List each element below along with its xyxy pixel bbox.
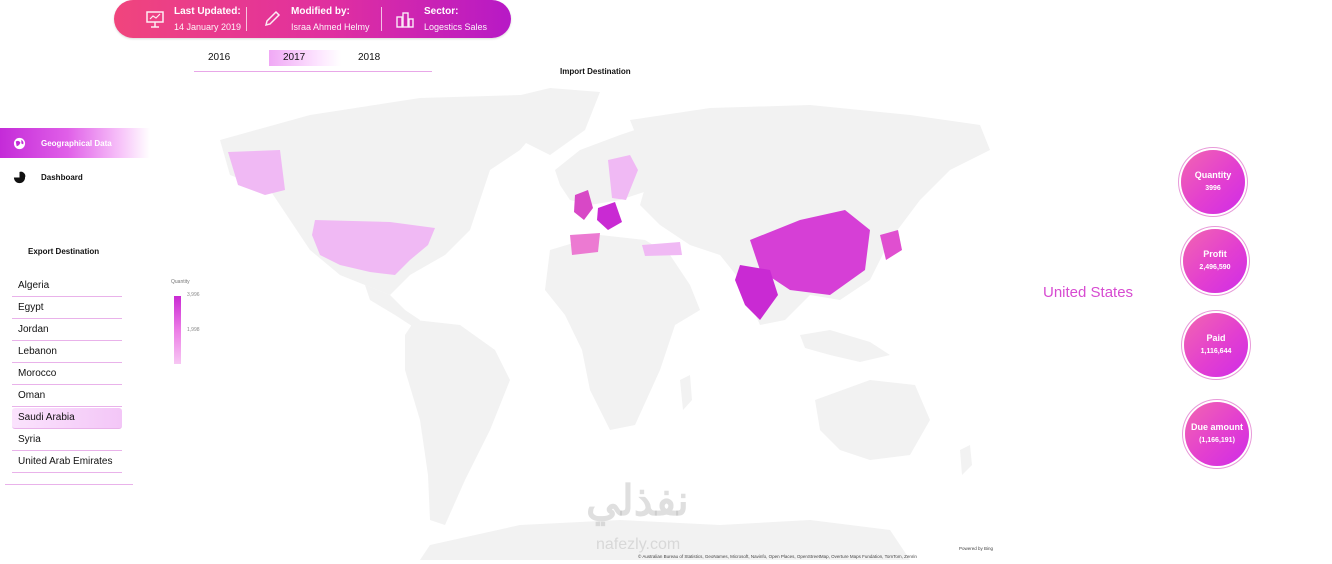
kpi-value: 1,116,644 <box>1200 348 1232 355</box>
year-tab-2017[interactable]: 2017 <box>269 50 341 66</box>
kpi-label: Paid <box>1206 333 1226 343</box>
year-tab-2018[interactable]: 2018 <box>344 50 416 66</box>
header-divider <box>381 7 382 31</box>
sector-block: Sector: Logestics Sales <box>394 0 487 38</box>
selected-country-label: United States <box>1043 284 1134 301</box>
nav-label: Geographical Data <box>41 138 112 148</box>
kpi-label: Profit <box>1203 249 1227 259</box>
list-item[interactable]: United Arab Emirates <box>12 452 122 473</box>
sector-label: Sector: <box>424 5 459 17</box>
watermark-logo: نفذلي <box>586 477 689 524</box>
map-powered-by: Powered by Bing <box>959 546 994 551</box>
modified-by-label: Modified by: <box>291 5 350 17</box>
map-title: Import Destination <box>560 67 631 76</box>
kpi-due-amount: Due amount (1,166,191) <box>1185 402 1249 466</box>
list-item[interactable]: Syria <box>12 430 122 451</box>
last-updated-value: 14 January 2019 <box>174 21 242 32</box>
kpi-label: Due amount <box>1190 422 1243 432</box>
modified-by-value: Israa Ahmed Helmy <box>291 21 370 32</box>
kpi-profit: Profit 2,496,590 <box>1183 229 1247 293</box>
export-list-divider <box>5 484 133 485</box>
country-france[interactable] <box>597 202 622 230</box>
presentation-icon <box>144 8 166 30</box>
buildings-icon <box>394 8 416 30</box>
legend-mid: 1,998 <box>187 327 200 333</box>
list-item[interactable]: Lebanon <box>12 342 122 363</box>
year-tabs-underline <box>194 71 432 72</box>
nav-item-geographical-data[interactable]: Geographical Data <box>12 136 112 150</box>
nav-item-dashboard[interactable]: Dashboard <box>12 170 83 184</box>
country-spain[interactable] <box>570 233 600 255</box>
country-japan[interactable] <box>880 230 902 260</box>
pencil-icon <box>261 8 283 30</box>
kpi-quantity: Quantity 3996 <box>1181 150 1245 214</box>
export-destination-list: Algeria Egypt Jordan Lebanon Morocco Oma… <box>12 276 122 474</box>
export-destination-title: Export Destination <box>28 247 100 256</box>
list-item[interactable]: Morocco <box>12 364 122 385</box>
list-item[interactable]: Egypt <box>12 298 122 319</box>
sector-value: Logestics Sales <box>424 21 488 32</box>
pie-chart-icon <box>12 170 26 184</box>
list-item[interactable]: Algeria <box>12 276 122 297</box>
kpi-value: 2,496,590 <box>1199 264 1231 271</box>
map-sources-credit: © Australian Bureau of Statistics, GeoNa… <box>638 554 917 559</box>
nav-label: Dashboard <box>41 172 83 182</box>
legend-title: Quantity <box>171 279 190 285</box>
last-updated-label: Last Updated: <box>174 5 241 17</box>
header-divider <box>246 7 247 31</box>
globe-icon <box>12 136 26 150</box>
list-item[interactable]: Oman <box>12 386 122 407</box>
country-alaska[interactable] <box>228 150 285 195</box>
header-info-bar: Last Updated: 14 January 2019 Modified b… <box>114 0 511 38</box>
modified-by-block: Modified by: Israa Ahmed Helmy <box>261 0 370 38</box>
kpi-value: 3996 <box>1205 185 1221 192</box>
legend-color-scale <box>174 296 181 364</box>
kpi-paid: Paid 1,116,644 <box>1184 313 1248 377</box>
kpi-value: (1,166,191) <box>1199 437 1235 444</box>
list-item[interactable]: Jordan <box>12 320 122 341</box>
watermark-url: nafezly.com <box>596 536 681 553</box>
legend-max: 3,996 <box>187 292 200 298</box>
kpi-label: Quantity <box>1194 170 1232 180</box>
year-tab-2016[interactable]: 2016 <box>194 50 266 66</box>
last-updated-block: Last Updated: 14 January 2019 <box>144 0 241 38</box>
list-item-selected[interactable]: Saudi Arabia <box>12 408 122 429</box>
